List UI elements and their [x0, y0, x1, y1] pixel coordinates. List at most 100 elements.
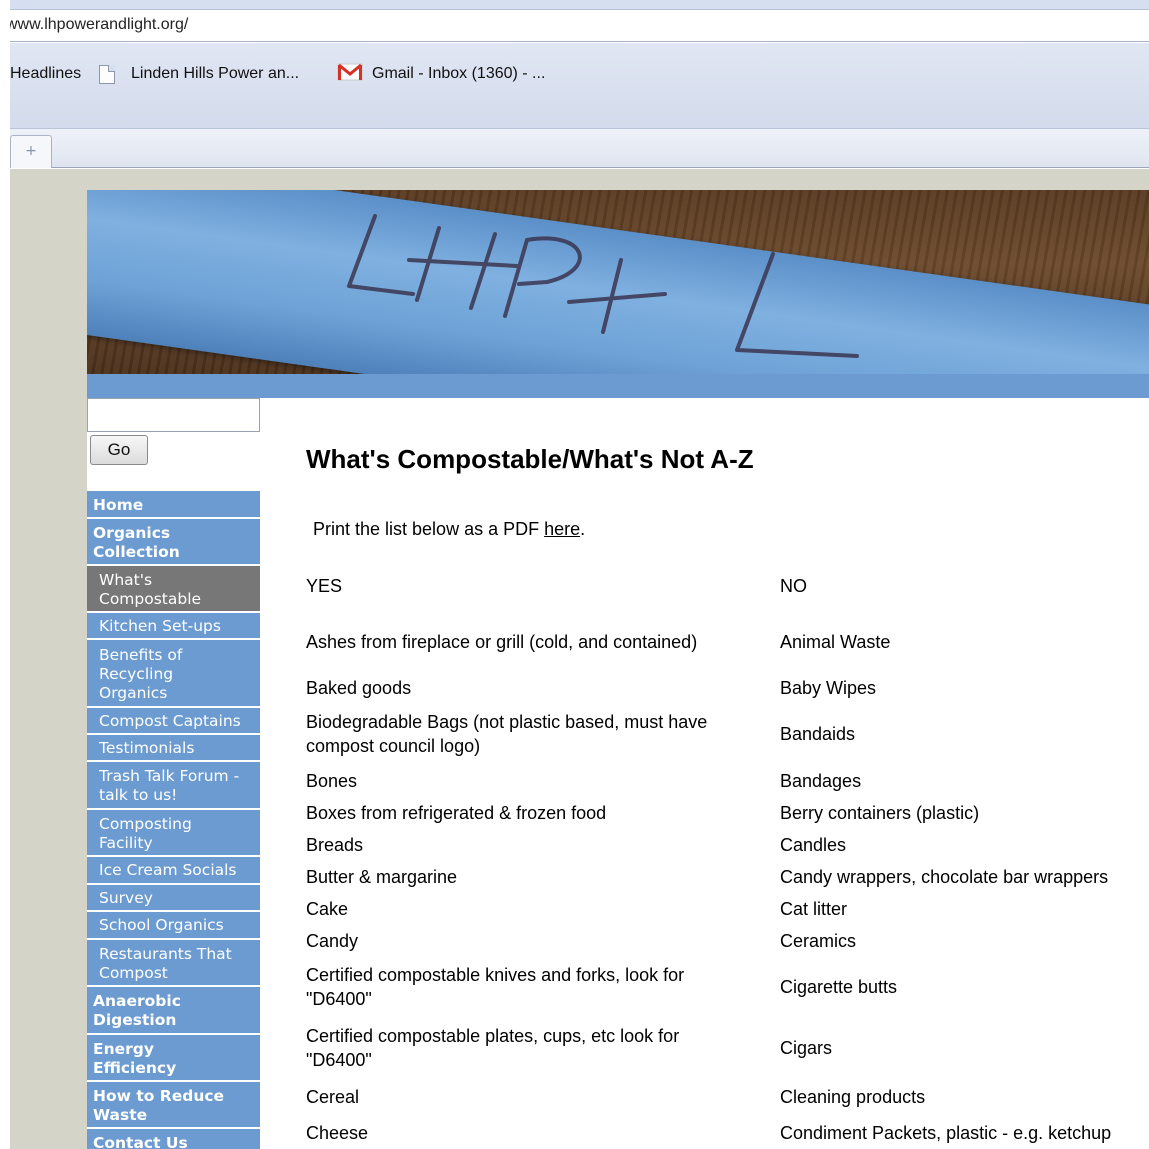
table-row: Boxes from refrigerated & frozen food Be…	[306, 801, 1149, 825]
table-row: Certified compostable knives and forks, …	[306, 963, 1149, 1011]
yes-item: Candy	[306, 931, 359, 951]
nav-item-label: Ice Cream Socials	[99, 861, 237, 879]
yes-item: Butter & margarine	[306, 867, 458, 887]
page-icon	[99, 64, 115, 84]
no-item: Condiment Packets, plastic - e.g. ketchu…	[780, 1123, 1112, 1143]
nav-item-whats-compostable[interactable]: What's Compostable	[87, 566, 260, 613]
print-text: Print the list below as a PDF	[313, 519, 545, 539]
new-tab-button[interactable]: +	[10, 135, 52, 168]
table-row: Breads Candles	[306, 833, 1149, 857]
nav-item-label: Anaerobic Digestion	[93, 992, 181, 1029]
nav-item-label: Composting Facility	[99, 815, 192, 852]
no-item: Cigarette butts	[780, 977, 898, 997]
nav-item-label: Compost Captains	[99, 712, 241, 730]
no-item: Animal Waste	[780, 632, 891, 652]
sidebar: Go Home Organics Collection What's Compo…	[87, 398, 260, 1149]
nav-item-school-organics[interactable]: School Organics	[87, 912, 260, 940]
bookmarks-bar: Headlines Linden Hills Power an... Gmail…	[0, 43, 1149, 129]
nav-item-ice-cream-socials[interactable]: Ice Cream Socials	[87, 857, 260, 885]
nav-item-label: Restaurants That Compost	[99, 945, 232, 982]
handwritten-logo-icon	[347, 214, 859, 358]
nav-item-compost-captains[interactable]: Compost Captains	[87, 708, 260, 735]
search-input[interactable]	[87, 398, 260, 432]
bookmark-linden-hills[interactable]: Linden Hills Power an...	[99, 62, 299, 86]
yes-column-header: YES	[306, 576, 343, 596]
table-row: Cheese Condiment Packets, plastic - e.g.…	[306, 1121, 1149, 1145]
page-title: What's Compostable/What's Not A-Z	[306, 444, 754, 474]
yes-item: Cake	[306, 899, 349, 919]
table-row: Biodegradable Bags (not plastic based, m…	[306, 710, 1149, 758]
nav-item-composting-facility[interactable]: Composting Facility	[87, 810, 260, 857]
table-row: Cereal Cleaning products	[306, 1085, 1149, 1109]
nav-item-label: School Organics	[99, 916, 224, 934]
nav-item-home[interactable]: Home	[87, 491, 260, 519]
tab-bar: +	[0, 129, 1149, 168]
bookmark-headlines[interactable]: Headlines	[10, 62, 81, 86]
yes-item: Boxes from refrigerated & frozen food	[306, 803, 607, 823]
nav-item-label: Testimonials	[99, 739, 195, 757]
plus-icon: +	[25, 143, 37, 159]
table-row: Butter & margarine Candy wrappers, choco…	[306, 865, 1149, 889]
print-pdf-line: Print the list below as a PDF here.	[313, 519, 585, 540]
no-column-header: NO	[780, 576, 807, 596]
nav-item-restaurants-that-compost[interactable]: Restaurants That Compost	[87, 940, 260, 987]
nav-item-label: Home	[93, 496, 144, 514]
nav-item-contact-us[interactable]: Contact Us	[87, 1129, 260, 1149]
nav-item-kitchen-setups[interactable]: Kitchen Set-ups	[87, 613, 260, 640]
nav-item-anaerobic-digestion[interactable]: Anaerobic Digestion	[87, 987, 260, 1035]
nav-item-organics-collection[interactable]: Organics Collection	[87, 519, 260, 566]
nav-item-label: What's Compostable	[99, 571, 202, 608]
page-viewport: Go Home Organics Collection What's Compo…	[10, 169, 1149, 1149]
print-period: .	[580, 519, 586, 539]
nav-item-label: Kitchen Set-ups	[99, 617, 221, 635]
no-item: Ceramics	[780, 931, 857, 951]
bookmark-label: Headlines	[10, 65, 82, 82]
yes-item: Biodegradable Bags (not plastic based, m…	[306, 712, 708, 756]
go-button[interactable]: Go	[90, 435, 148, 465]
yes-item: Bones	[306, 771, 358, 791]
no-item: Cigars	[780, 1038, 833, 1058]
no-item: Cleaning products	[780, 1087, 926, 1107]
bookmark-label: Gmail - Inbox (1360) - ...	[372, 65, 546, 82]
window-top-strip	[0, 0, 1149, 10]
banner-bottom-bar	[87, 374, 1149, 398]
table-row: Baked goods Baby Wipes	[306, 676, 1149, 700]
nav-item-trash-talk-forum[interactable]: Trash Talk Forum -talk to us!	[87, 762, 260, 810]
gmail-icon	[337, 63, 363, 86]
table-row: Ashes from fireplace or grill (cold, and…	[306, 630, 1149, 654]
no-item: Baby Wipes	[780, 678, 877, 698]
bookmark-label: Linden Hills Power an...	[131, 65, 300, 82]
no-item: Candles	[780, 835, 847, 855]
no-item: Bandaids	[780, 724, 856, 744]
no-item: Berry containers (plastic)	[780, 803, 980, 823]
sidebar-nav: Home Organics Collection What's Composta…	[87, 491, 260, 1149]
nav-item-energy-efficiency[interactable]: Energy Efficiency	[87, 1035, 260, 1082]
table-row: Candy Ceramics	[306, 929, 1149, 953]
bookmark-gmail[interactable]: Gmail - Inbox (1360) - ...	[337, 62, 545, 86]
no-item: Candy wrappers, chocolate bar wrappers	[780, 867, 1109, 887]
no-item: Cat litter	[780, 899, 848, 919]
nav-item-testimonials[interactable]: Testimonials	[87, 735, 260, 762]
nav-item-label: Trash Talk Forum -talk to us!	[99, 767, 240, 804]
nav-item-how-to-reduce-waste[interactable]: How to Reduce Waste	[87, 1082, 260, 1129]
yes-item: Ashes from fireplace or grill (cold, and…	[306, 632, 698, 652]
nav-item-label: Energy Efficiency	[93, 1040, 177, 1077]
nav-item-survey[interactable]: Survey	[87, 885, 260, 912]
main-content: What's Compostable/What's Not A-Z Print …	[260, 398, 1149, 1149]
yes-item: Breads	[306, 835, 364, 855]
nav-item-label: Benefits of Recycling Organics	[99, 646, 183, 702]
yes-item: Certified compostable knives and forks, …	[306, 965, 685, 1009]
yes-item: Certified compostable plates, cups, etc …	[306, 1026, 680, 1070]
address-bar[interactable]: www.lhpowerandlight.org/	[0, 10, 1149, 42]
nav-item-label: Contact Us	[93, 1134, 188, 1149]
pdf-here-link[interactable]: here	[544, 519, 580, 539]
address-url[interactable]: www.lhpowerandlight.org/	[6, 16, 188, 34]
table-row: Cake Cat litter	[306, 897, 1149, 921]
nav-item-label: How to Reduce Waste	[93, 1087, 225, 1124]
nav-item-benefits-recycling-organics[interactable]: Benefits of Recycling Organics	[87, 640, 260, 708]
window-left-edge	[0, 0, 10, 1149]
nav-item-label: Organics Collection	[93, 524, 180, 561]
yes-item: Cheese	[306, 1123, 369, 1143]
table-row: Certified compostable plates, cups, etc …	[306, 1024, 1149, 1072]
yes-item: Baked goods	[306, 678, 412, 698]
